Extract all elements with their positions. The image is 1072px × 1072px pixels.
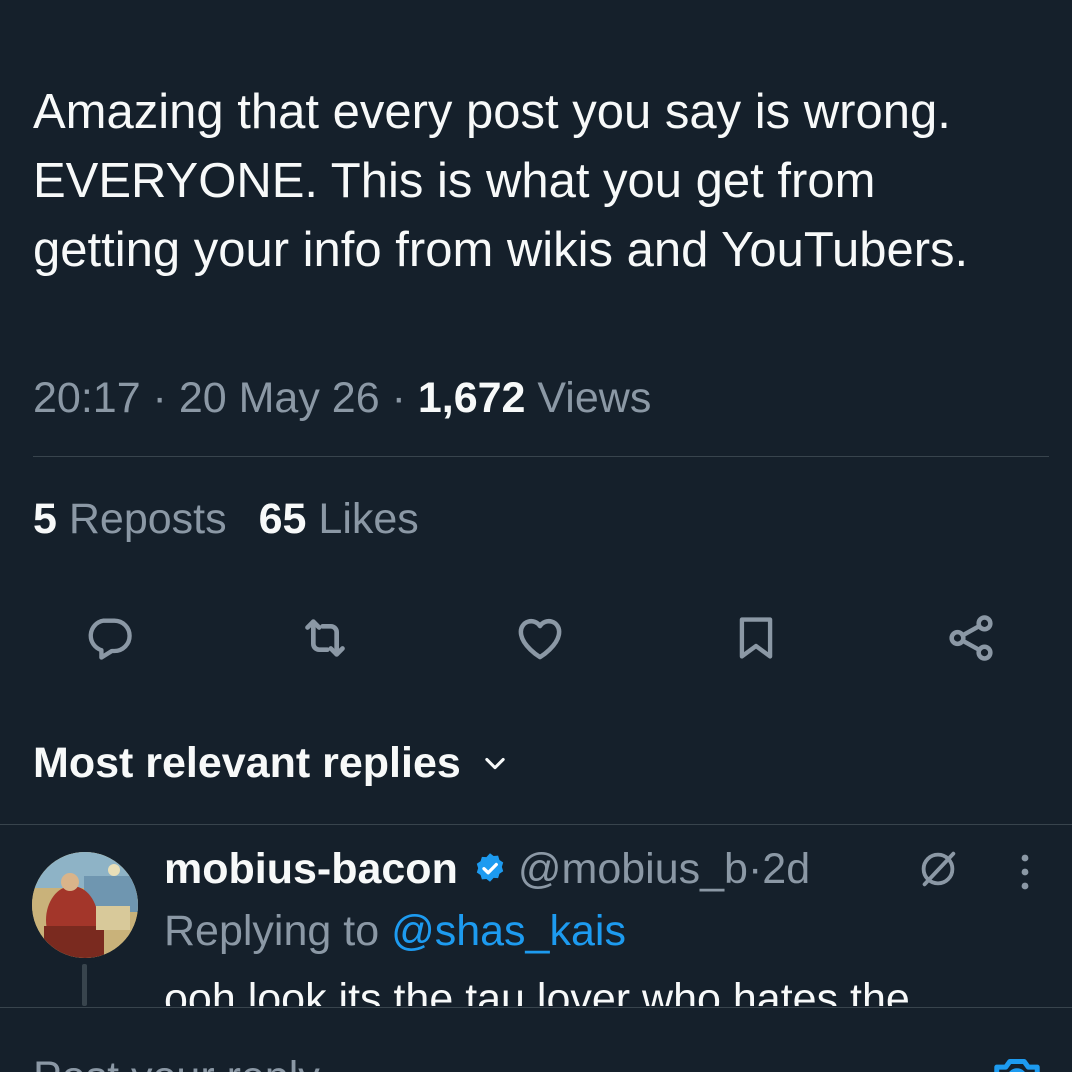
divider [0, 824, 1072, 825]
reposts-label: Reposts [68, 495, 227, 543]
post-time: 20:17 [33, 374, 141, 422]
replying-to: Replying to @shas_kais [164, 904, 626, 958]
reply-author-handle[interactable]: @mobius_b [518, 842, 748, 896]
more-options-icon[interactable] [1010, 850, 1040, 894]
share-button[interactable] [941, 608, 1001, 668]
share-icon [949, 615, 993, 661]
replying-to-mention[interactable]: @shas_kais [391, 907, 626, 955]
reply-text: ooh look its the tau lover who hates the [164, 972, 910, 1006]
post-meta: 20:17 · 20 May 26 · 1,672 Views [33, 370, 651, 426]
likes-count: 65 [258, 495, 307, 543]
views-label[interactable]: Views [537, 374, 651, 422]
meta-separator: · [140, 374, 179, 422]
likes-stat[interactable]: 65 Likes [259, 492, 419, 546]
reply-sort-dropdown[interactable]: Most relevant replies [33, 736, 509, 790]
verified-badge-icon [472, 851, 508, 887]
repost-icon [305, 619, 345, 657]
reply-sort-label: Most relevant replies [33, 739, 461, 787]
post-text: Amazing that every post you say is wrong… [33, 85, 969, 277]
views-count[interactable]: 1,672 [418, 374, 526, 422]
likes-label: Likes [318, 495, 419, 543]
reply-icon [88, 618, 132, 660]
replying-prefix: Replying to [164, 907, 392, 955]
repost-button[interactable] [295, 608, 355, 668]
chevron-down-icon [481, 749, 509, 777]
post-stats: 5 Reposts 65 Likes [33, 492, 451, 546]
reposts-stat[interactable]: 5 Reposts [33, 492, 227, 546]
camera-icon[interactable] [990, 1048, 1044, 1072]
like-button[interactable] [510, 608, 570, 668]
grok-icon[interactable] [915, 846, 961, 892]
reply-header: mobius-bacon @mobius_b · 2d [164, 842, 810, 896]
reply-button[interactable] [79, 608, 139, 668]
reply-author-name[interactable]: mobius-bacon [164, 842, 458, 896]
bookmark-icon [739, 617, 773, 659]
avatar[interactable] [32, 852, 138, 958]
reply-age: 2d [762, 845, 811, 893]
meta-separator: · [379, 374, 418, 422]
reply-text-line: ooh look its the tau lover who hates the [164, 975, 910, 1006]
tweet-detail-screen: Amazing that every post you say is wrong… [0, 0, 1072, 1072]
heart-icon [518, 618, 562, 660]
reply-composer[interactable]: Post your reply [0, 1007, 1072, 1072]
post-date: 20 May 26 [178, 374, 380, 422]
thread-line [82, 964, 87, 1006]
reposts-count: 5 [33, 495, 57, 543]
action-bar [0, 608, 1072, 668]
bookmark-button[interactable] [726, 608, 786, 668]
divider [33, 456, 1049, 457]
reply-input-placeholder[interactable]: Post your reply [33, 1050, 320, 1072]
meta-separator: · [747, 845, 763, 893]
